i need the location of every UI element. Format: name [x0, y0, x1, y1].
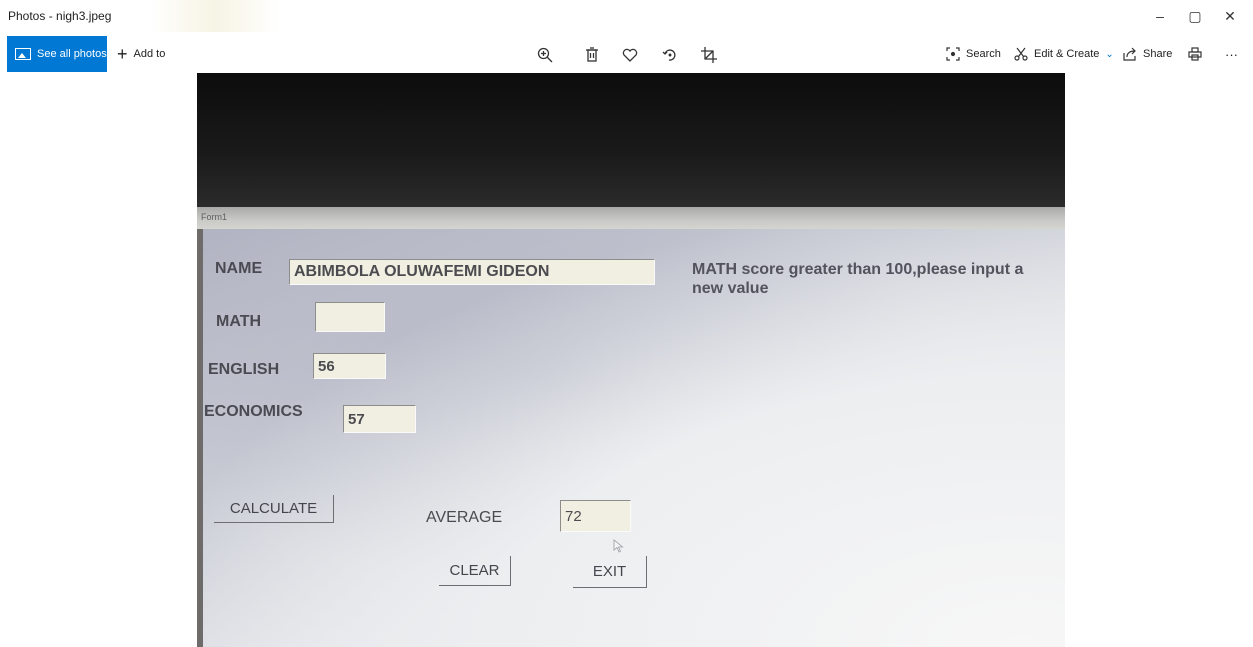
form-title: Form1 [201, 212, 228, 222]
close-button[interactable]: ✕ [1215, 6, 1245, 26]
share-label: Share [1143, 48, 1173, 60]
scissors-icon [1014, 47, 1028, 61]
exit-button[interactable]: EXIT [573, 556, 647, 588]
form-title-bar: Form1 [197, 207, 1065, 229]
english-label: ENGLISH [208, 361, 280, 378]
edit-create-label: Edit & Create [1034, 48, 1100, 60]
search-button[interactable]: Search [946, 36, 1001, 72]
search-icon [946, 47, 960, 61]
search-label: Search [966, 48, 1001, 60]
name-field[interactable]: ABIMBOLA OLUWAFEMI GIDEON [289, 259, 655, 285]
edit-create-button[interactable]: Edit & Create ⌄ [1014, 36, 1114, 72]
window-title: Photos - nigh3.jpeg [8, 9, 112, 23]
see-all-photos-label: See all photos [37, 48, 107, 60]
name-label: NAME [215, 260, 263, 277]
see-all-photos-button[interactable]: See all photos [7, 36, 107, 72]
english-field[interactable]: 56 [313, 353, 386, 379]
toolbar: See all photos + Add to Search Edit & Cr… [0, 36, 1253, 72]
economics-label: ECONOMICS [204, 403, 303, 420]
clear-button[interactable]: CLEAR [439, 556, 511, 586]
math-field[interactable] [315, 302, 385, 332]
share-button[interactable]: Share [1123, 36, 1172, 72]
more-options-button[interactable]: ··· [1225, 36, 1238, 72]
economics-field[interactable]: 57 [343, 405, 416, 433]
math-label: MATH [216, 313, 262, 330]
zoom-in-icon[interactable] [536, 46, 554, 64]
add-to-label: Add to [133, 48, 166, 60]
delete-icon[interactable] [583, 46, 601, 64]
plus-icon: + [117, 44, 128, 64]
photo-viewer: Form1 NAME MATH ENGLISH ECONOMICS AVERAG… [197, 73, 1065, 647]
maximize-button[interactable]: ▢ [1180, 6, 1210, 26]
minimize-button[interactable]: – [1145, 6, 1175, 26]
crop-icon[interactable] [700, 46, 718, 64]
chevron-down-icon: ⌄ [1105, 48, 1114, 60]
print-button[interactable] [1188, 36, 1202, 72]
calculate-button[interactable]: CALCULATE [214, 495, 334, 523]
rotate-icon[interactable] [661, 46, 679, 64]
title-bar: Photos - nigh3.jpeg – ▢ ✕ [0, 0, 1253, 32]
mouse-cursor-icon [613, 539, 624, 553]
print-icon [1188, 47, 1202, 61]
add-to-button[interactable]: + Add to [117, 36, 165, 72]
average-label: AVERAGE [426, 509, 503, 526]
heart-icon[interactable] [621, 46, 639, 64]
photo-icon [15, 48, 31, 60]
share-icon [1123, 47, 1136, 61]
average-field[interactable]: 72 [560, 500, 631, 532]
error-message: MATH score greater than 100,please input… [692, 261, 1024, 297]
